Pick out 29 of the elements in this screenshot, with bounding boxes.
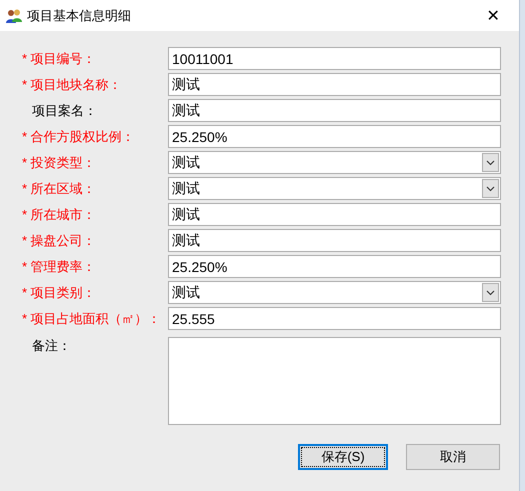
field-label: * 所在区域： xyxy=(22,180,96,198)
field-label: * 管理费率： xyxy=(22,258,96,276)
users-icon xyxy=(6,8,22,22)
text-field[interactable]: 25.250% xyxy=(168,125,501,148)
field-label: 项目案名： xyxy=(32,102,97,120)
text-field[interactable]: 10011001 xyxy=(168,47,501,70)
field-label: * 合作方股权比例： xyxy=(22,128,135,146)
window-title: 项目基本信息明细 xyxy=(27,6,132,24)
text-field[interactable]: 测试 xyxy=(168,229,501,252)
field-label: * 操盘公司： xyxy=(22,232,96,250)
field-label: * 项目编号： xyxy=(22,50,96,68)
dropdown-field[interactable]: 测试 xyxy=(168,177,501,200)
notes-field[interactable] xyxy=(168,337,501,425)
dropdown-field[interactable]: 测试 xyxy=(168,281,501,304)
text-field[interactable]: 测试 xyxy=(168,203,501,226)
field-label: 备注： xyxy=(32,337,71,355)
text-field[interactable]: 25.250% xyxy=(168,255,501,278)
field-label: * 项目占地面积（㎡）： xyxy=(22,310,161,328)
text-field[interactable]: 测试 xyxy=(168,73,501,96)
save-button[interactable]: 保存(S) xyxy=(298,444,388,470)
field-label: * 所在城市： xyxy=(22,206,96,224)
text-field[interactable]: 25.555 xyxy=(168,307,501,330)
field-label: * 投资类型： xyxy=(22,154,96,172)
dropdown-field[interactable]: 测试 xyxy=(168,151,501,174)
close-button[interactable]: ✕ xyxy=(473,0,513,31)
field-label: * 项目类别： xyxy=(22,284,96,302)
field-label: * 项目地块名称： xyxy=(22,76,122,94)
text-field[interactable]: 测试 xyxy=(168,99,501,122)
cancel-button[interactable]: 取消 xyxy=(406,444,500,470)
